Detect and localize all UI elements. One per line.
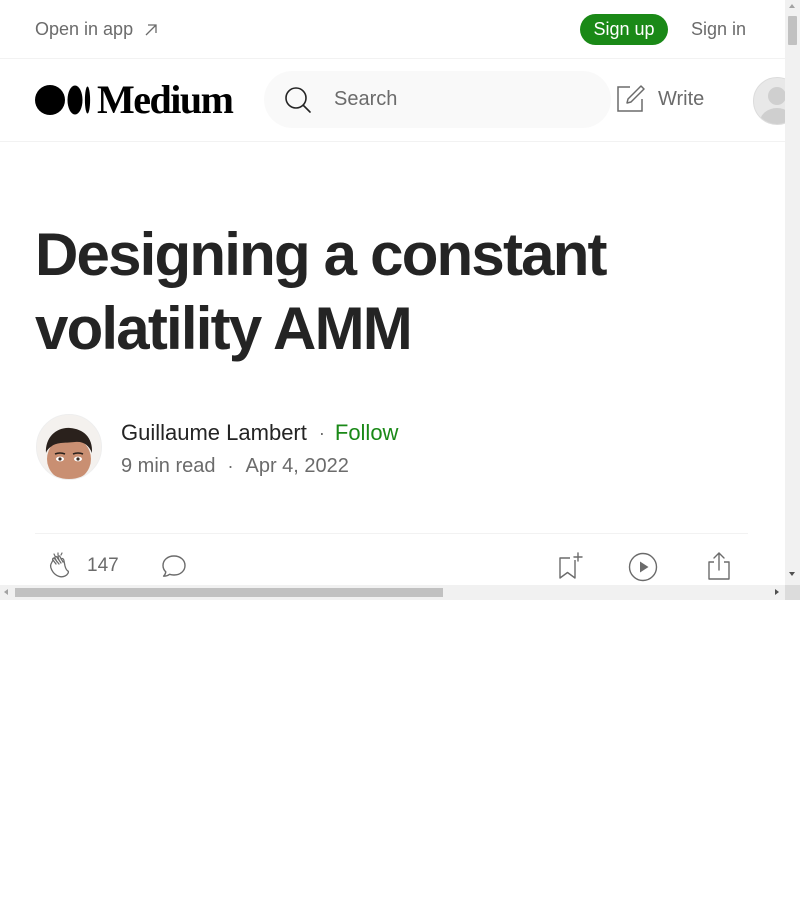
top-banner: Open in app Sign up Sign in [0,0,785,59]
article-title: Designing a constant volatility AMM [35,221,608,362]
horizontal-scroll-thumb[interactable] [15,588,443,597]
scroll-down-arrow-icon[interactable] [789,572,795,576]
read-time: 9 min read [121,455,216,477]
clap-icon [49,552,70,578]
scrollbar-corner [785,585,800,600]
separator-dot: · [227,456,234,476]
scroll-right-arrow-icon[interactable] [775,589,779,595]
author-photo [37,415,101,479]
clap-count: 147 [87,555,119,576]
blank-area [0,600,800,900]
engagement-bar: 147 [47,551,189,581]
save-button[interactable] [556,551,586,581]
medium-logo[interactable]: Medium [35,77,234,122]
open-in-app-label: Open in app [35,19,134,39]
follow-button[interactable]: Follow [335,420,399,446]
sign-up-label: Sign up [593,19,655,39]
search-icon [285,86,311,113]
scroll-up-arrow-icon[interactable] [789,4,795,8]
vertical-scroll-thumb[interactable] [788,16,797,45]
medium-logo-text: Medium [97,77,234,122]
share-button[interactable] [704,551,734,581]
author-avatar[interactable] [36,414,102,480]
share-icon [708,552,730,580]
separator-dot: · [318,422,325,443]
clap-button[interactable] [47,551,77,581]
write-icon [617,85,645,112]
browser-viewport: Open in app Sign up Sign in Medium Searc… [0,0,800,600]
comment-icon [162,555,186,577]
sign-in-link[interactable]: Sign in [691,19,746,40]
arrow-up-right-icon [145,23,157,35]
author-line: Guillaume Lambert · Follow [121,420,398,446]
listen-button[interactable] [628,552,658,582]
bookmark-add-icon [559,552,583,579]
site-header: Medium Write [0,59,800,142]
write-button[interactable]: Write [614,83,704,115]
horizontal-scrollbar[interactable] [0,585,785,600]
write-label: Write [658,87,705,110]
publish-date: Apr 4, 2022 [245,455,349,477]
vertical-scrollbar[interactable] [785,0,800,585]
article-meta: 9 min read · Apr 4, 2022 [121,455,349,478]
medium-logo-mark-icon [35,85,91,115]
comment-button[interactable] [159,551,189,581]
search-input[interactable] [332,87,586,112]
play-circle-icon [628,552,658,582]
sign-up-button[interactable]: Sign up [580,14,668,45]
search-bar[interactable] [264,71,611,128]
open-in-app-link[interactable]: Open in app [35,19,159,40]
author-name[interactable]: Guillaume Lambert [121,420,307,446]
divider [35,533,748,534]
scroll-left-arrow-icon[interactable] [4,589,8,595]
